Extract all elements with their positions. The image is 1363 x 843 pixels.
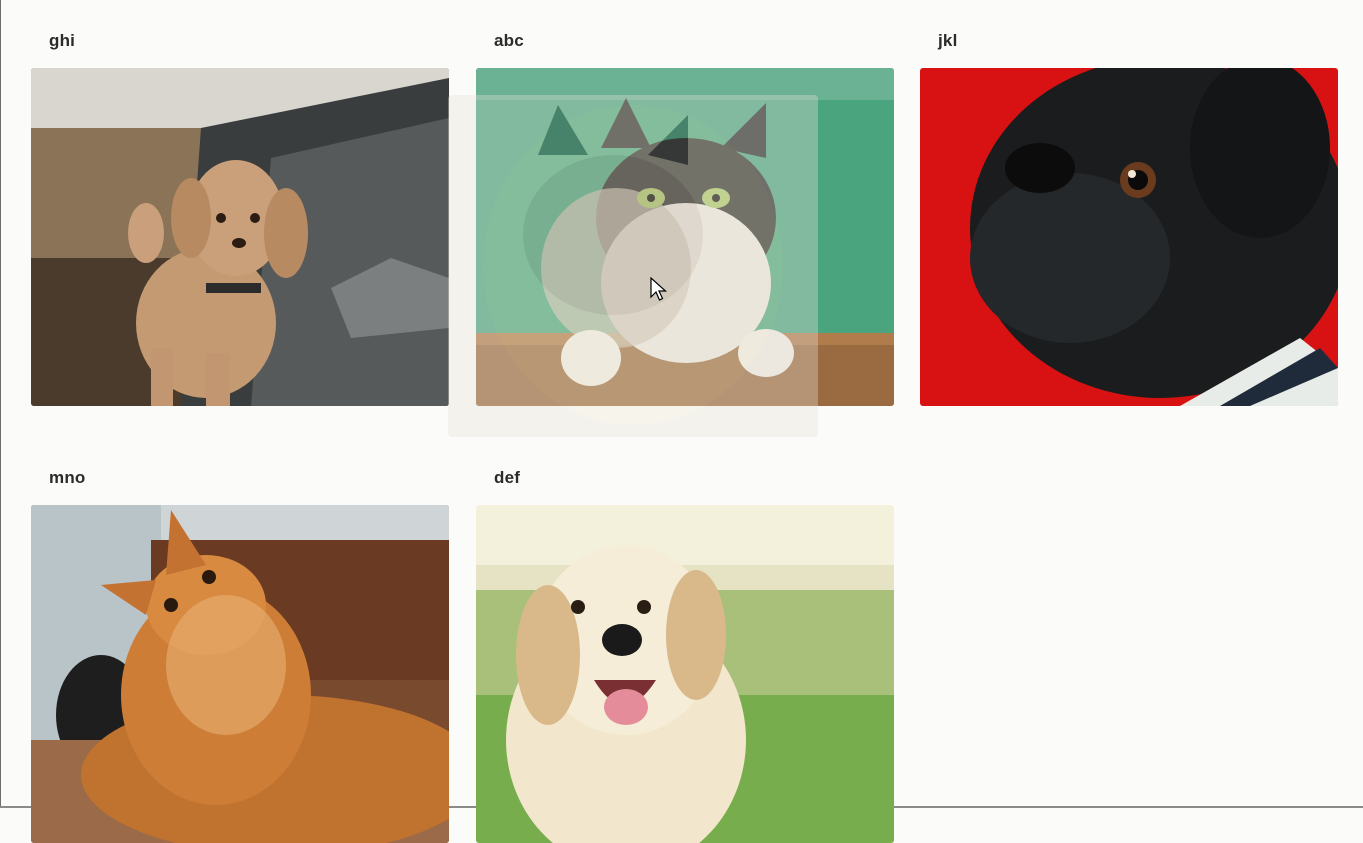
card-image-golden-retriever[interactable]: [476, 505, 894, 843]
card-title: def: [494, 468, 521, 487]
card-title: ghi: [49, 31, 76, 50]
card-image-poodle[interactable]: [31, 68, 449, 406]
card-image-pug[interactable]: [920, 68, 1338, 406]
card-image-orange-cat[interactable]: [31, 505, 449, 843]
card-title: mno: [49, 468, 86, 487]
card-title: abc: [494, 31, 524, 50]
arrow-cursor-icon: [650, 277, 668, 301]
window-left-border: [0, 0, 1, 808]
card-title: jkl: [938, 31, 958, 50]
card-image-cat-in-box[interactable]: [476, 68, 894, 406]
